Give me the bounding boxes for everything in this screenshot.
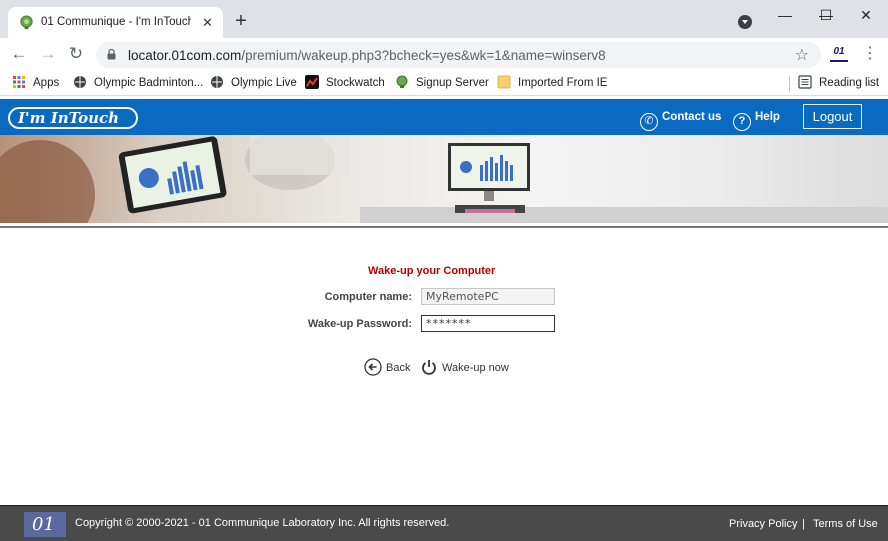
banner-divider [0,226,888,228]
power-icon [422,360,436,375]
back-label: Back [386,362,411,374]
bookmarks-bar: Apps Olympic Badminton... Olympic Live S… [0,71,888,96]
maximize-icon[interactable]: ☐ [811,4,841,26]
bookmark-label: Olympic Badminton... [94,77,204,89]
folder-icon [497,75,511,89]
bookmark-label: Olympic Live [231,77,297,89]
wakeup-password-label: Wake-up Password: [307,318,412,330]
bookmark-star-icon[interactable]: ☆ [795,45,809,65]
bookmark-imported-from-ie[interactable]: Imported From IE [497,75,607,92]
bookmark-olympic-live[interactable]: Olympic Live [210,75,297,92]
browser-menu-icon[interactable]: ⋮ [862,44,878,64]
browser-window: 01 Communique - I'm InTouch Lo ✕ + — — ☐… [0,0,888,541]
footer-logo-text: 01 [32,514,55,535]
site-footer: 01 Copyright © 2000-2021 - 01 Communique… [0,505,888,541]
bookmark-olympic-badminton[interactable]: Olympic Badminton... [73,75,203,92]
close-window-icon[interactable]: ✕ [851,4,881,26]
banner-image [0,135,888,223]
help-icon: ? [733,113,751,131]
bookmarks-separator [789,76,790,92]
forward-arrow-icon[interactable]: → [38,44,58,64]
intouch-favicon-icon [20,15,33,30]
tab-search-icon[interactable] [738,15,752,29]
intouch-favicon-icon [396,75,408,88]
computer-name-label: Computer name: [324,291,412,303]
reload-icon[interactable]: ↻ [66,44,86,64]
footer-separator: | [802,518,805,530]
copyright-text: Copyright © 2000-2021 - 01 Communique La… [75,517,450,529]
tab-title: 01 Communique - I'm InTouch Lo [41,16,191,28]
logout-button[interactable]: Logout [803,104,862,129]
reading-list-button[interactable]: Reading list [798,75,879,92]
apps-grid-icon [13,76,25,88]
address-bar[interactable]: locator.01com.com/premium/wakeup.php3?bc… [96,42,821,68]
lock-icon [107,49,116,60]
stockwatch-icon [305,75,319,89]
minimize-button[interactable]: — [770,4,800,26]
close-tab-icon[interactable]: ✕ [200,15,215,30]
new-tab-icon[interactable]: + [231,11,251,31]
back-arrow-icon[interactable]: ← [9,44,29,64]
computer-name-field[interactable]: MyRemotePC [421,288,555,305]
tab-strip: 01 Communique - I'm InTouch Lo ✕ + — — ☐… [0,0,888,38]
phone-icon: ✆ [640,113,658,131]
banner-illustration [0,135,888,223]
bookmark-apps[interactable]: Apps [12,75,59,92]
globe-icon [74,76,86,88]
wakeup-now-button[interactable]: Wake-up now [420,358,509,378]
form-title: Wake-up your Computer [368,265,496,277]
back-button[interactable]: Back [364,358,410,378]
help-link[interactable]: ? Help [733,107,780,131]
wakeup-now-label: Wake-up now [442,362,509,374]
01-communique-logo: 01 [24,512,66,537]
bookmark-stockwatch[interactable]: Stockwatch [305,75,385,92]
extension-01-icon[interactable]: 01 [830,46,848,62]
extension-label: 01 [833,46,845,57]
intouch-logo[interactable]: I'm InTouch [8,107,138,129]
bookmark-label: Imported From IE [518,77,608,89]
privacy-policy-link[interactable]: Privacy Policy [729,518,797,530]
reading-list-icon [798,75,812,89]
url-host: locator.01com.com [128,48,242,63]
browser-tab[interactable]: 01 Communique - I'm InTouch Lo ✕ [8,7,223,38]
url-path: /premium/wakeup.php3?bcheck=yes&wk=1&nam… [241,48,606,63]
contact-us-link[interactable]: ✆ Contact us [640,107,722,131]
globe-icon [211,76,223,88]
help-label: Help [755,111,780,123]
reading-list-label: Reading list [819,77,880,89]
terms-of-use-link[interactable]: Terms of Use [813,518,878,530]
bookmark-label: Signup Server [416,77,489,89]
contact-us-label: Contact us [662,111,722,123]
wakeup-password-field[interactable]: ******* [421,315,555,332]
back-circle-icon [364,358,382,376]
bookmark-signup-server[interactable]: Signup Server [395,75,489,92]
bookmark-label: Apps [33,77,60,89]
bookmark-label: Stockwatch [326,77,385,89]
browser-toolbar: ← → ↻ locator.01com.com/premium/wakeup.p… [0,38,888,71]
url-text: locator.01com.com/premium/wakeup.php3?bc… [128,48,606,63]
